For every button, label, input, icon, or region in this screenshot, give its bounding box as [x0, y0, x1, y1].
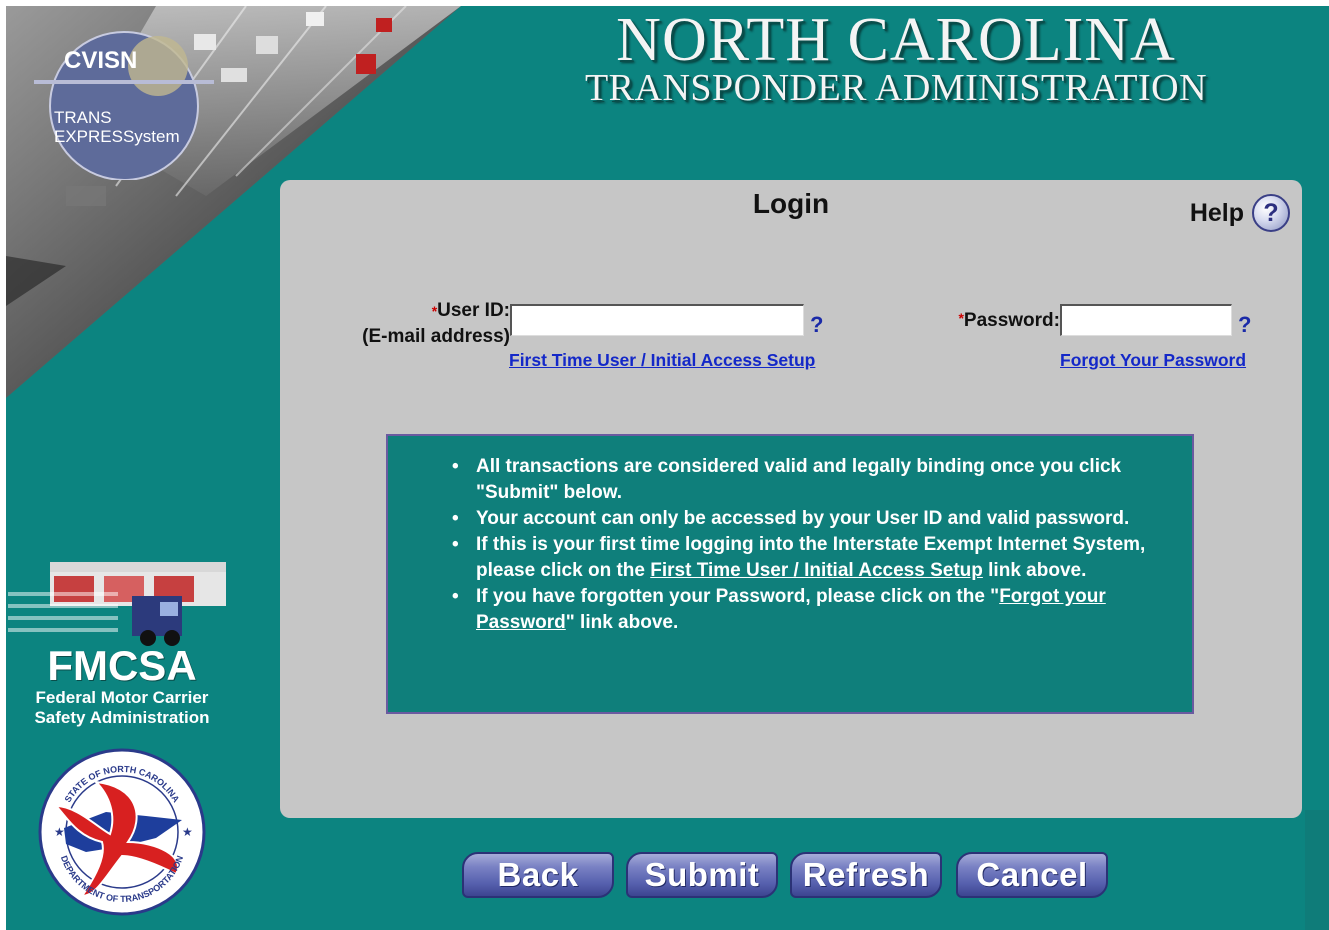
user-id-help-icon[interactable]: ? — [810, 312, 823, 338]
cvisn-logo: CVISN TRANS EXPRESSystem — [34, 31, 214, 180]
cvisn-line1: TRANS — [54, 108, 112, 127]
fmcsa-logo-text: FMCSA — [47, 642, 197, 689]
info-box: All transactions are considered valid an… — [386, 434, 1194, 714]
help-label: Help — [1189, 198, 1244, 227]
cancel-button[interactable]: Cancel — [956, 852, 1108, 898]
fmcsa-sub1: Federal Motor Carrier — [35, 688, 209, 707]
star-icon: ★ — [54, 825, 65, 839]
list-item: Your account can only be accessed by you… — [452, 506, 1172, 532]
forgot-password-link[interactable]: Forgot Your Password — [1060, 350, 1246, 371]
refresh-button[interactable]: Refresh — [790, 852, 942, 898]
user-id-sublabel: (E-mail address) — [362, 326, 510, 347]
user-id-label: *User ID: (E-mail address) — [362, 300, 510, 347]
password-help-icon[interactable]: ? — [1238, 312, 1251, 338]
star-icon: ★ — [182, 825, 193, 839]
fmcsa-sub2: Safety Administration — [34, 708, 210, 727]
first-time-user-inline-link[interactable]: First Time User / Initial Access Setup — [650, 560, 983, 581]
page-title: NORTH CAROLINA — [616, 6, 1176, 74]
page-frame: CVISN TRANS EXPRESSystem NORTH CAROLINA … — [6, 6, 1329, 930]
page-subtitle: TRANSPONDER ADMINISTRATION — [584, 67, 1208, 109]
help-icon: ? — [1252, 194, 1290, 232]
cvisn-line2: EXPRESSystem — [54, 127, 180, 146]
login-panel: Login Help ? *User ID: (E-mail address) … — [280, 180, 1302, 818]
password-label: *Password: — [958, 310, 1060, 331]
info-list: All transactions are considered valid an… — [388, 454, 1192, 636]
submit-button[interactable]: Submit — [626, 852, 778, 898]
cvisn-name: CVISN — [64, 47, 137, 74]
first-time-user-link[interactable]: First Time User / Initial Access Setup — [509, 350, 815, 371]
help-button[interactable]: Help ? — [1190, 194, 1290, 232]
back-button[interactable]: Back — [462, 852, 614, 898]
fmcsa-truck-icon — [8, 562, 226, 646]
password-input[interactable] — [1060, 304, 1232, 336]
list-item: All transactions are considered valid an… — [452, 454, 1172, 506]
user-id-input[interactable] — [510, 304, 804, 336]
ncdot-seal: STATE OF NORTH CAROLINA DEPARTMENT OF TR… — [38, 748, 206, 916]
fmcsa-subtitle: Federal Motor Carrier Safety Administrat… — [10, 688, 234, 728]
login-title: Login — [752, 188, 830, 219]
list-item: If this is your first time logging into … — [452, 532, 1172, 584]
list-item: If you have forgotten your Password, ple… — [452, 584, 1172, 636]
